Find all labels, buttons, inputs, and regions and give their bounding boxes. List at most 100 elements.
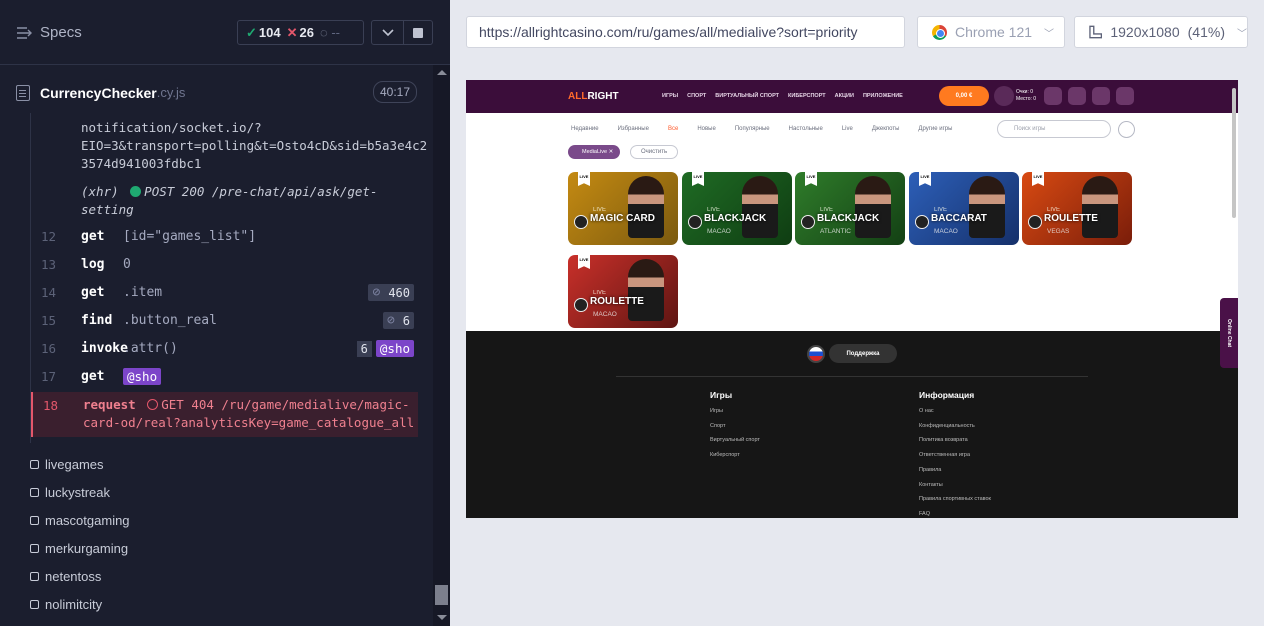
game-title: BLACKJACK bbox=[817, 213, 880, 224]
page-scrollbar[interactable] bbox=[1230, 80, 1238, 331]
spec-header[interactable]: CurrencyChecker .cy.js 40:17 bbox=[16, 80, 421, 105]
live-badge: LIVE bbox=[919, 172, 931, 186]
element-count-badge: ⊘ 6 bbox=[382, 312, 414, 329]
trophy-icon[interactable] bbox=[994, 86, 1014, 106]
chevron-down-icon bbox=[381, 28, 394, 36]
nav-item[interactable]: ВИРТУАЛЬНЫЙ СПОРТ bbox=[715, 93, 779, 99]
x-icon: ✕ bbox=[286, 24, 298, 40]
footer-link[interactable]: О нас bbox=[919, 404, 991, 419]
alias-badge: 6 @sho bbox=[356, 340, 414, 357]
game-tile[interactable]: LIVE LIVE BLACKJACK ATLANTIC bbox=[795, 172, 905, 245]
game-tile[interactable]: LIVE LIVE BACCARAT MACAO bbox=[909, 172, 1019, 245]
failed-command-row[interactable]: 18 request GET 404 /ru/game/medialive/ma… bbox=[31, 392, 418, 437]
footer-link[interactable]: Игры bbox=[710, 404, 760, 419]
category-tab[interactable]: Джекпоты bbox=[872, 126, 900, 132]
folder-icon bbox=[30, 572, 39, 581]
gift-icon[interactable] bbox=[1044, 87, 1062, 105]
error-circle-icon bbox=[147, 399, 159, 410]
footer-link[interactable]: Конфиденциальность bbox=[919, 419, 991, 434]
suite-item[interactable]: netentoss bbox=[30, 569, 101, 584]
support-button[interactable]: Поддержка bbox=[829, 344, 897, 363]
folder-icon bbox=[30, 600, 39, 609]
site-logo[interactable]: ALLRIGHT bbox=[568, 91, 619, 102]
game-tile[interactable]: LIVE LIVE BLACKJACK MACAO bbox=[682, 172, 792, 245]
category-tab[interactable]: Live bbox=[842, 126, 853, 132]
dealer-image bbox=[742, 176, 778, 238]
game-chip-icon bbox=[1028, 215, 1042, 229]
viewport-info[interactable]: 1920x1080 (41%) ﹀ bbox=[1074, 16, 1248, 48]
command-row[interactable]: 15 find .button_real ⊘ 6 bbox=[31, 306, 418, 334]
suite-item[interactable]: luckystreak bbox=[30, 485, 110, 500]
provider-chip[interactable]: MediaLive ✕ bbox=[568, 145, 621, 159]
category-tab[interactable]: Настольные bbox=[789, 126, 823, 132]
suite-item[interactable]: merkurgaming bbox=[30, 541, 128, 556]
profile-icon[interactable] bbox=[1116, 87, 1134, 105]
game-chip-icon bbox=[574, 215, 588, 229]
footer-link[interactable]: Контакты bbox=[919, 478, 991, 493]
folder-icon bbox=[30, 544, 39, 553]
element-count-badge: ⊘ 460 bbox=[368, 284, 414, 301]
footer-link[interactable]: Киберспорт bbox=[710, 448, 760, 463]
filter-icon[interactable] bbox=[1118, 121, 1135, 138]
game-title: BLACKJACK bbox=[704, 213, 767, 224]
footer-link[interactable]: Виртуальный спорт bbox=[710, 433, 760, 448]
nav-item[interactable]: ИГРЫ bbox=[662, 93, 678, 99]
stop-button[interactable] bbox=[403, 20, 433, 45]
specs-title: Specs bbox=[40, 24, 82, 41]
log-line: notification/socket.io/? bbox=[81, 120, 262, 135]
footer-link[interactable]: Правила bbox=[919, 463, 991, 478]
wheel-icon[interactable] bbox=[1068, 87, 1086, 105]
live-badge: LIVE bbox=[578, 255, 590, 269]
menu-icon bbox=[17, 26, 32, 39]
game-tile[interactable]: LIVE LIVE ROULETTE MACAO bbox=[568, 255, 678, 328]
stats-bar: ✓ 104 ✕ 26 ◌ -- bbox=[237, 20, 364, 45]
browser-selector[interactable]: Chrome 121 ﹀ bbox=[917, 16, 1065, 48]
nav-item[interactable]: СПОРТ bbox=[687, 93, 706, 99]
language-flag-icon[interactable] bbox=[807, 345, 825, 363]
spec-ext: .cy.js bbox=[156, 85, 186, 100]
footer-link[interactable]: FAQ bbox=[919, 507, 991, 518]
game-subtitle: VEGAS bbox=[1047, 228, 1070, 235]
command-row[interactable]: 13 log 0 bbox=[31, 250, 418, 278]
balance-button[interactable]: 0,00 € bbox=[939, 86, 989, 106]
url-bar[interactable]: https://allrightcasino.com/ru/games/all/… bbox=[466, 16, 905, 48]
command-log: notification/socket.io/? EIO=3&transport… bbox=[30, 113, 427, 443]
suite-item[interactable]: nolimitcity bbox=[30, 597, 102, 612]
category-tab[interactable]: Недавние bbox=[571, 126, 599, 132]
specs-toggle[interactable]: Specs bbox=[16, 24, 82, 41]
footer-link[interactable]: Политика возврата bbox=[919, 433, 991, 448]
game-subtitle: ATLANTIC bbox=[820, 228, 851, 235]
command-row[interactable]: 16 invoke .attr() 6 @sho bbox=[31, 334, 418, 362]
nav-item[interactable]: АКЦИИ bbox=[835, 93, 854, 99]
category-tab[interactable]: Избранные bbox=[618, 126, 649, 132]
nav-item[interactable]: ПРИЛОЖЕНИЕ bbox=[863, 93, 903, 99]
game-search-input[interactable]: Поиск игры bbox=[997, 120, 1111, 138]
suite-item[interactable]: livegames bbox=[30, 457, 104, 472]
reporter-scrollbar[interactable] bbox=[433, 65, 450, 626]
category-tab[interactable]: Популярные bbox=[735, 126, 770, 132]
category-tab[interactable]: Новые bbox=[697, 126, 716, 132]
footer-link[interactable]: Ответственная игра bbox=[919, 448, 991, 463]
category-tab[interactable]: Другие игры bbox=[918, 126, 952, 132]
scroll-thumb bbox=[435, 585, 448, 605]
clear-filters-button[interactable]: Очистить bbox=[630, 145, 679, 159]
nav-item[interactable]: КИБЕРСПОРТ bbox=[788, 93, 826, 99]
chrome-icon bbox=[932, 24, 947, 40]
footer-link[interactable]: Спорт bbox=[710, 419, 760, 434]
category-tab-active[interactable]: Все bbox=[668, 126, 678, 132]
xhr-log[interactable]: (xhr) POST 200 /pre-chat/api/ask/get- se… bbox=[81, 183, 377, 219]
command-row[interactable]: 17 get @sho bbox=[31, 362, 418, 390]
command-row[interactable]: 14 get .item ⊘ 460 bbox=[31, 278, 418, 306]
game-tile[interactable]: LIVE LIVE MAGIC CARD bbox=[568, 172, 678, 245]
dealer-image bbox=[628, 176, 664, 238]
mail-icon[interactable] bbox=[1092, 87, 1110, 105]
browser-panel: https://allrightcasino.com/ru/games/all/… bbox=[450, 0, 1264, 626]
log-line: EIO=3&transport=polling&t=Osto4cD&sid=b5… bbox=[81, 138, 428, 153]
scroll-down-icon bbox=[437, 615, 447, 620]
footer-divider bbox=[616, 376, 1088, 377]
command-row[interactable]: 12 get [id="games_list"] bbox=[31, 222, 418, 250]
game-tile[interactable]: LIVE LIVE ROULETTE VEGAS bbox=[1022, 172, 1132, 245]
auto-scroll-dropdown[interactable] bbox=[371, 20, 404, 45]
suite-item[interactable]: mascotgaming bbox=[30, 513, 130, 528]
footer-link[interactable]: Правила спортивных ставок bbox=[919, 492, 991, 507]
